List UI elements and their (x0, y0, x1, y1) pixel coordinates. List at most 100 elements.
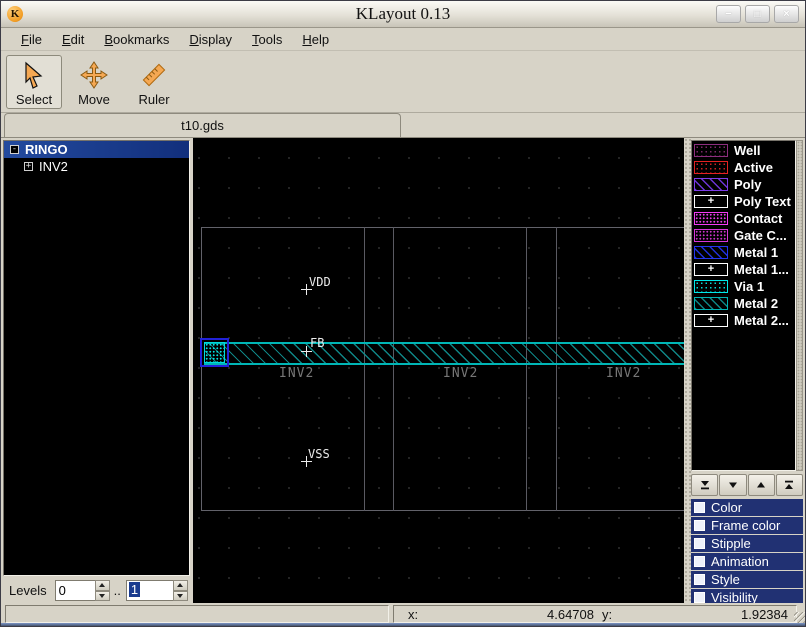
layer-swatch-poly[interactable] (694, 178, 728, 191)
level-to-down-button[interactable] (172, 590, 188, 601)
up-arrow-icon (177, 583, 184, 588)
close-button[interactable]: × (774, 5, 799, 23)
pin-label-fb: FB (310, 336, 325, 350)
layer-row-gate[interactable]: Gate C... (694, 227, 795, 244)
layer-row-metal2-text[interactable]: + Metal 2... (694, 312, 795, 329)
level-from-down-button[interactable] (94, 590, 110, 601)
layer-swatch-active[interactable] (694, 161, 728, 174)
menu-bar: File Edit Bookmarks Display Tools Help (1, 29, 805, 51)
titlebar[interactable]: K KLayout 0.13 − □ × (1, 1, 805, 28)
layer-swatch-metal1[interactable] (694, 246, 728, 259)
down-arrow-icon (99, 593, 106, 598)
layer-row-poly-text[interactable]: + Poly Text (694, 193, 795, 210)
level-to-input[interactable]: 1 (125, 580, 173, 601)
move-down-icon (728, 482, 737, 488)
layer-swatch-metal2-text[interactable]: + (694, 314, 728, 327)
level-from-input[interactable] (54, 580, 95, 601)
instance-label-inv2: INV2 (606, 366, 642, 381)
plus-icon: + (707, 263, 715, 275)
checkbox-icon[interactable] (694, 556, 705, 567)
layer-swatch-metal2[interactable] (694, 297, 728, 310)
menu-file[interactable]: File (11, 30, 52, 49)
select-tool-label: Select (15, 92, 53, 107)
instance-label-inv2: INV2 (279, 366, 315, 381)
ruler-tool-button[interactable]: Ruler (126, 55, 182, 109)
layer-list-scrollbar[interactable] (796, 140, 803, 471)
checkbox-icon[interactable] (694, 538, 705, 549)
level-from-up-button[interactable] (94, 580, 110, 591)
minimize-button[interactable]: − (716, 5, 741, 23)
menu-edit[interactable]: Edit (52, 30, 94, 49)
panel-splitter[interactable] (684, 138, 691, 603)
move-tool-button[interactable]: Move (66, 55, 122, 109)
tree-item-ringo[interactable]: - RINGO (4, 141, 189, 158)
group-color[interactable]: Color (691, 499, 803, 516)
group-style[interactable]: Style (691, 571, 803, 588)
maximize-button[interactable]: □ (745, 5, 770, 23)
move-to-top-icon (785, 480, 794, 489)
menu-help[interactable]: Help (292, 30, 339, 49)
layer-row-contact[interactable]: Contact (694, 210, 795, 227)
status-message-field (5, 605, 389, 623)
tab-bar: t10.gds (1, 113, 805, 138)
levels-control: Levels .. 1 (1, 578, 193, 603)
window-bottom-edge (1, 623, 805, 626)
inv2-instance-edge (393, 227, 394, 511)
layer-swatch-contact[interactable] (694, 212, 728, 225)
layer-property-groups: Color Frame color Stipple Animation Styl… (691, 499, 803, 607)
metal2-wire[interactable] (204, 342, 684, 365)
group-stipple[interactable]: Stipple (691, 535, 803, 552)
layer-list: Well Active Poly + Poly Text Contact Gat… (691, 140, 796, 471)
level-to-up-button[interactable] (172, 580, 188, 591)
inv2-instance-edge (526, 227, 527, 511)
move-layer-up-button[interactable] (747, 474, 775, 496)
pin-marker-vss (301, 456, 312, 467)
select-tool-button[interactable]: Select (6, 55, 62, 109)
layer-row-via1[interactable]: Via 1 (694, 278, 795, 295)
klayout-window: K KLayout 0.13 − □ × File Edit Bookmarks… (0, 0, 806, 627)
layout-canvas[interactable]: VDD FB VSS INV2 INV2 INV2 (193, 138, 684, 603)
tree-item-inv2[interactable]: + INV2 (4, 158, 189, 175)
layer-row-metal1-text[interactable]: + Metal 1... (694, 261, 795, 278)
group-animation[interactable]: Animation (691, 553, 803, 570)
checkbox-icon[interactable] (694, 502, 705, 513)
ruler-tool-label: Ruler (138, 92, 170, 107)
group-frame-color[interactable]: Frame color (691, 517, 803, 534)
layer-row-metal1[interactable]: Metal 1 (694, 244, 795, 261)
collapse-icon[interactable]: - (10, 145, 19, 154)
layer-swatch-via1[interactable] (694, 280, 728, 293)
inv2-instance-edge (556, 227, 557, 511)
cursor-icon (25, 61, 43, 89)
layer-row-well[interactable]: Well (694, 142, 795, 159)
layer-swatch-well[interactable] (694, 144, 728, 157)
move-layer-to-top-button[interactable] (775, 474, 803, 496)
levels-separator: .. (113, 583, 121, 598)
toolbar: Select Move Ruler (1, 52, 805, 113)
checkbox-icon[interactable] (694, 592, 705, 603)
menu-display[interactable]: Display (179, 30, 242, 49)
move-layer-down-button[interactable] (719, 474, 747, 496)
expand-icon[interactable]: + (24, 162, 33, 171)
checkbox-icon[interactable] (694, 520, 705, 531)
layer-swatch-metal1-text[interactable]: + (694, 263, 728, 276)
layer-swatch-gate[interactable] (694, 229, 728, 242)
layer-row-metal2[interactable]: Metal 2 (694, 295, 795, 312)
up-arrow-icon (99, 583, 106, 588)
x-label: x: (408, 606, 419, 622)
inv2-instance-edge (364, 227, 365, 511)
cell-tree: - RINGO + INV2 (3, 140, 190, 576)
checkbox-icon[interactable] (694, 574, 705, 585)
menu-tools[interactable]: Tools (242, 30, 292, 49)
layer-row-poly[interactable]: Poly (694, 176, 795, 193)
window-title: KLayout 0.13 (355, 4, 451, 23)
layer-panel: Well Active Poly + Poly Text Contact Gat… (691, 138, 805, 606)
layer-row-active[interactable]: Active (694, 159, 795, 176)
coordinate-display: x: 4.64708 y: 1.92384 (393, 605, 797, 623)
layer-swatch-poly-text[interactable]: + (694, 195, 728, 208)
plus-icon: + (707, 314, 715, 326)
tab-t10gds[interactable]: t10.gds (4, 113, 401, 137)
move-layer-to-bottom-button[interactable] (691, 474, 719, 496)
selected-via-shape[interactable] (200, 338, 229, 367)
menu-bookmarks[interactable]: Bookmarks (94, 30, 179, 49)
move-up-icon (757, 482, 766, 488)
